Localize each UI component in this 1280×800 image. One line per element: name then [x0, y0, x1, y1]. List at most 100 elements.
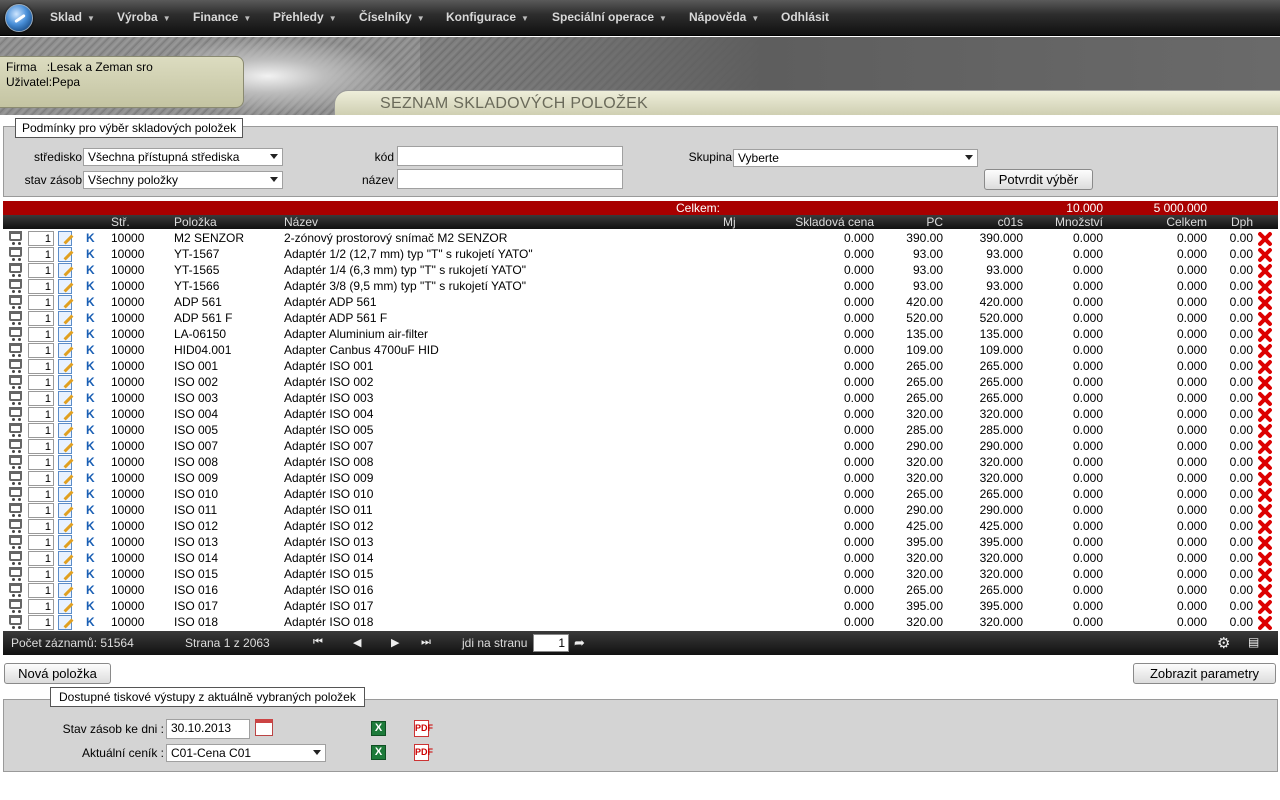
- cart-icon[interactable]: [9, 439, 22, 453]
- quantity-input[interactable]: 1: [28, 455, 54, 470]
- k-link[interactable]: K: [86, 615, 95, 629]
- cenik-select[interactable]: C01-Cena C01: [166, 744, 326, 762]
- cart-icon[interactable]: [9, 615, 22, 629]
- quantity-input[interactable]: 1: [28, 599, 54, 614]
- delete-icon[interactable]: [1257, 311, 1273, 327]
- col-mnozstvi[interactable]: Množství: [1033, 215, 1103, 229]
- cart-icon[interactable]: [9, 583, 22, 597]
- cart-icon[interactable]: [9, 503, 22, 517]
- edit-icon[interactable]: [58, 295, 72, 310]
- quantity-input[interactable]: 1: [28, 327, 54, 342]
- first-page-icon[interactable]: ⏮: [313, 636, 323, 649]
- cart-icon[interactable]: [9, 423, 22, 437]
- col-dph[interactable]: Dph: [1225, 215, 1253, 229]
- k-link[interactable]: K: [86, 391, 95, 405]
- k-link[interactable]: K: [86, 359, 95, 373]
- new-item-button[interactable]: Nová položka: [4, 663, 111, 684]
- edit-icon[interactable]: [58, 279, 72, 294]
- delete-icon[interactable]: [1257, 247, 1273, 263]
- edit-icon[interactable]: [58, 263, 72, 278]
- stredisko-select[interactable]: Všechna přístupná střediska: [83, 148, 283, 166]
- k-link[interactable]: K: [86, 231, 95, 245]
- k-link[interactable]: K: [86, 375, 95, 389]
- k-link[interactable]: K: [86, 295, 95, 309]
- menu-item-7[interactable]: Nápověda ▼: [689, 10, 759, 24]
- nazev-input[interactable]: [397, 169, 623, 189]
- stav-zasob-select[interactable]: Všechny položky: [83, 171, 283, 189]
- delete-icon[interactable]: [1257, 519, 1273, 535]
- k-link[interactable]: K: [86, 583, 95, 597]
- edit-icon[interactable]: [58, 423, 72, 438]
- edit-icon[interactable]: [58, 247, 72, 262]
- cart-icon[interactable]: [9, 471, 22, 485]
- k-link[interactable]: K: [86, 423, 95, 437]
- quantity-input[interactable]: 1: [28, 391, 54, 406]
- edit-icon[interactable]: [58, 615, 72, 630]
- delete-icon[interactable]: [1257, 567, 1273, 583]
- edit-icon[interactable]: [58, 503, 72, 518]
- delete-icon[interactable]: [1257, 375, 1273, 391]
- quantity-input[interactable]: 1: [28, 535, 54, 550]
- pdf-icon[interactable]: PDF: [414, 720, 433, 737]
- quantity-input[interactable]: 1: [28, 583, 54, 598]
- delete-icon[interactable]: [1257, 279, 1273, 295]
- cart-icon[interactable]: [9, 247, 22, 261]
- menu-item-0[interactable]: Sklad ▼: [50, 10, 95, 24]
- settings-icon[interactable]: ⚙: [1217, 634, 1230, 652]
- export-icon[interactable]: ▤: [1248, 635, 1259, 649]
- col-pc[interactable]: PC: [883, 215, 943, 229]
- k-link[interactable]: K: [86, 535, 95, 549]
- pdf-icon[interactable]: PDF: [414, 744, 433, 761]
- skupina-select[interactable]: Vyberte: [733, 149, 978, 167]
- stav-date-input[interactable]: 30.10.2013: [166, 719, 250, 739]
- delete-icon[interactable]: [1257, 391, 1273, 407]
- edit-icon[interactable]: [58, 391, 72, 406]
- k-link[interactable]: K: [86, 551, 95, 565]
- delete-icon[interactable]: [1257, 583, 1273, 599]
- goto-arrow-icon[interactable]: ➦: [574, 635, 585, 651]
- col-str[interactable]: Stř.: [111, 215, 130, 229]
- delete-icon[interactable]: [1257, 423, 1273, 439]
- edit-icon[interactable]: [58, 487, 72, 502]
- delete-icon[interactable]: [1257, 487, 1273, 503]
- cart-icon[interactable]: [9, 599, 22, 613]
- k-link[interactable]: K: [86, 327, 95, 341]
- k-link[interactable]: K: [86, 311, 95, 325]
- k-link[interactable]: K: [86, 487, 95, 501]
- col-mj[interactable]: Mj: [723, 215, 736, 229]
- quantity-input[interactable]: 1: [28, 279, 54, 294]
- logo-icon[interactable]: [5, 4, 33, 32]
- delete-icon[interactable]: [1257, 503, 1273, 519]
- show-parameters-button[interactable]: Zobrazit parametry: [1133, 663, 1276, 684]
- cart-icon[interactable]: [9, 551, 22, 565]
- delete-icon[interactable]: [1257, 615, 1273, 630]
- edit-icon[interactable]: [58, 551, 72, 566]
- k-link[interactable]: K: [86, 519, 95, 533]
- quantity-input[interactable]: 1: [28, 247, 54, 262]
- excel-icon[interactable]: X: [371, 745, 386, 760]
- col-skladova-cena[interactable]: Skladová cena: [773, 215, 874, 229]
- edit-icon[interactable]: [58, 359, 72, 374]
- edit-icon[interactable]: [58, 343, 72, 358]
- quantity-input[interactable]: 1: [28, 359, 54, 374]
- cart-icon[interactable]: [9, 327, 22, 341]
- edit-icon[interactable]: [58, 311, 72, 326]
- k-link[interactable]: K: [86, 343, 95, 357]
- edit-icon[interactable]: [58, 231, 72, 246]
- quantity-input[interactable]: 1: [28, 423, 54, 438]
- kod-input[interactable]: [397, 146, 623, 166]
- quantity-input[interactable]: 1: [28, 407, 54, 422]
- edit-icon[interactable]: [58, 407, 72, 422]
- k-link[interactable]: K: [86, 263, 95, 277]
- goto-page-input[interactable]: 1: [533, 634, 569, 652]
- edit-icon[interactable]: [58, 455, 72, 470]
- delete-icon[interactable]: [1257, 327, 1273, 343]
- delete-icon[interactable]: [1257, 231, 1273, 247]
- delete-icon[interactable]: [1257, 439, 1273, 455]
- last-page-icon[interactable]: ⏭: [421, 636, 431, 649]
- quantity-input[interactable]: 1: [28, 343, 54, 358]
- quantity-input[interactable]: 1: [28, 615, 54, 630]
- col-celkem[interactable]: Celkem: [1123, 215, 1207, 229]
- quantity-input[interactable]: 1: [28, 503, 54, 518]
- col-c01s[interactable]: c01s: [953, 215, 1023, 229]
